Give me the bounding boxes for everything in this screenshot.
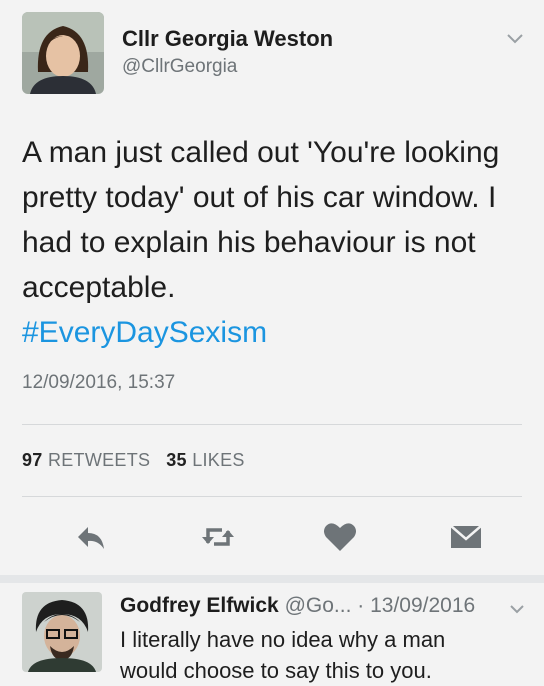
author-name[interactable]: Cllr Georgia Weston (122, 26, 333, 52)
reply-text-line: I literally have no idea why a man (120, 627, 446, 652)
reply-chevron-down-icon[interactable] (508, 602, 526, 614)
divider (22, 424, 522, 425)
section-divider (0, 575, 544, 583)
reply-header: Godfrey Elfwick @Go... · 13/09/2016 (120, 594, 475, 618)
likes-count[interactable]: 35 (166, 450, 187, 470)
tweet-timestamp[interactable]: 12/09/2016, 15:37 (22, 372, 175, 394)
engagement-stats: 97 RETWEETS 35 LIKES (22, 450, 245, 471)
retweet-icon[interactable] (198, 517, 238, 557)
reply-date[interactable]: 13/09/2016 (370, 594, 475, 617)
reply-separator: · (357, 594, 365, 617)
tweet-body: A man just called out 'You're looking pr… (22, 136, 500, 304)
chevron-down-icon[interactable] (505, 32, 525, 46)
retweets-label[interactable]: RETWEETS (48, 450, 150, 470)
direct-message-icon[interactable] (446, 517, 486, 557)
reply-text-line: would choose to say this to you. (120, 658, 432, 683)
divider (22, 496, 522, 497)
tweet-text: A man just called out 'You're looking pr… (22, 130, 522, 355)
reply-author-avatar[interactable] (22, 592, 102, 672)
reply-author-name[interactable]: Godfrey Elfwick (120, 594, 279, 617)
tweet-action-bar (0, 517, 544, 557)
likes-label[interactable]: LIKES (192, 450, 245, 470)
hashtag-link[interactable]: #EveryDaySexism (22, 310, 522, 355)
reply-icon[interactable] (70, 517, 110, 557)
heart-icon[interactable] (320, 517, 360, 557)
reply-author-handle[interactable]: @Go... (285, 594, 352, 617)
author-handle[interactable]: @CllrGeorgia (122, 56, 237, 78)
retweets-count[interactable]: 97 (22, 450, 43, 470)
author-avatar[interactable] (22, 12, 104, 94)
